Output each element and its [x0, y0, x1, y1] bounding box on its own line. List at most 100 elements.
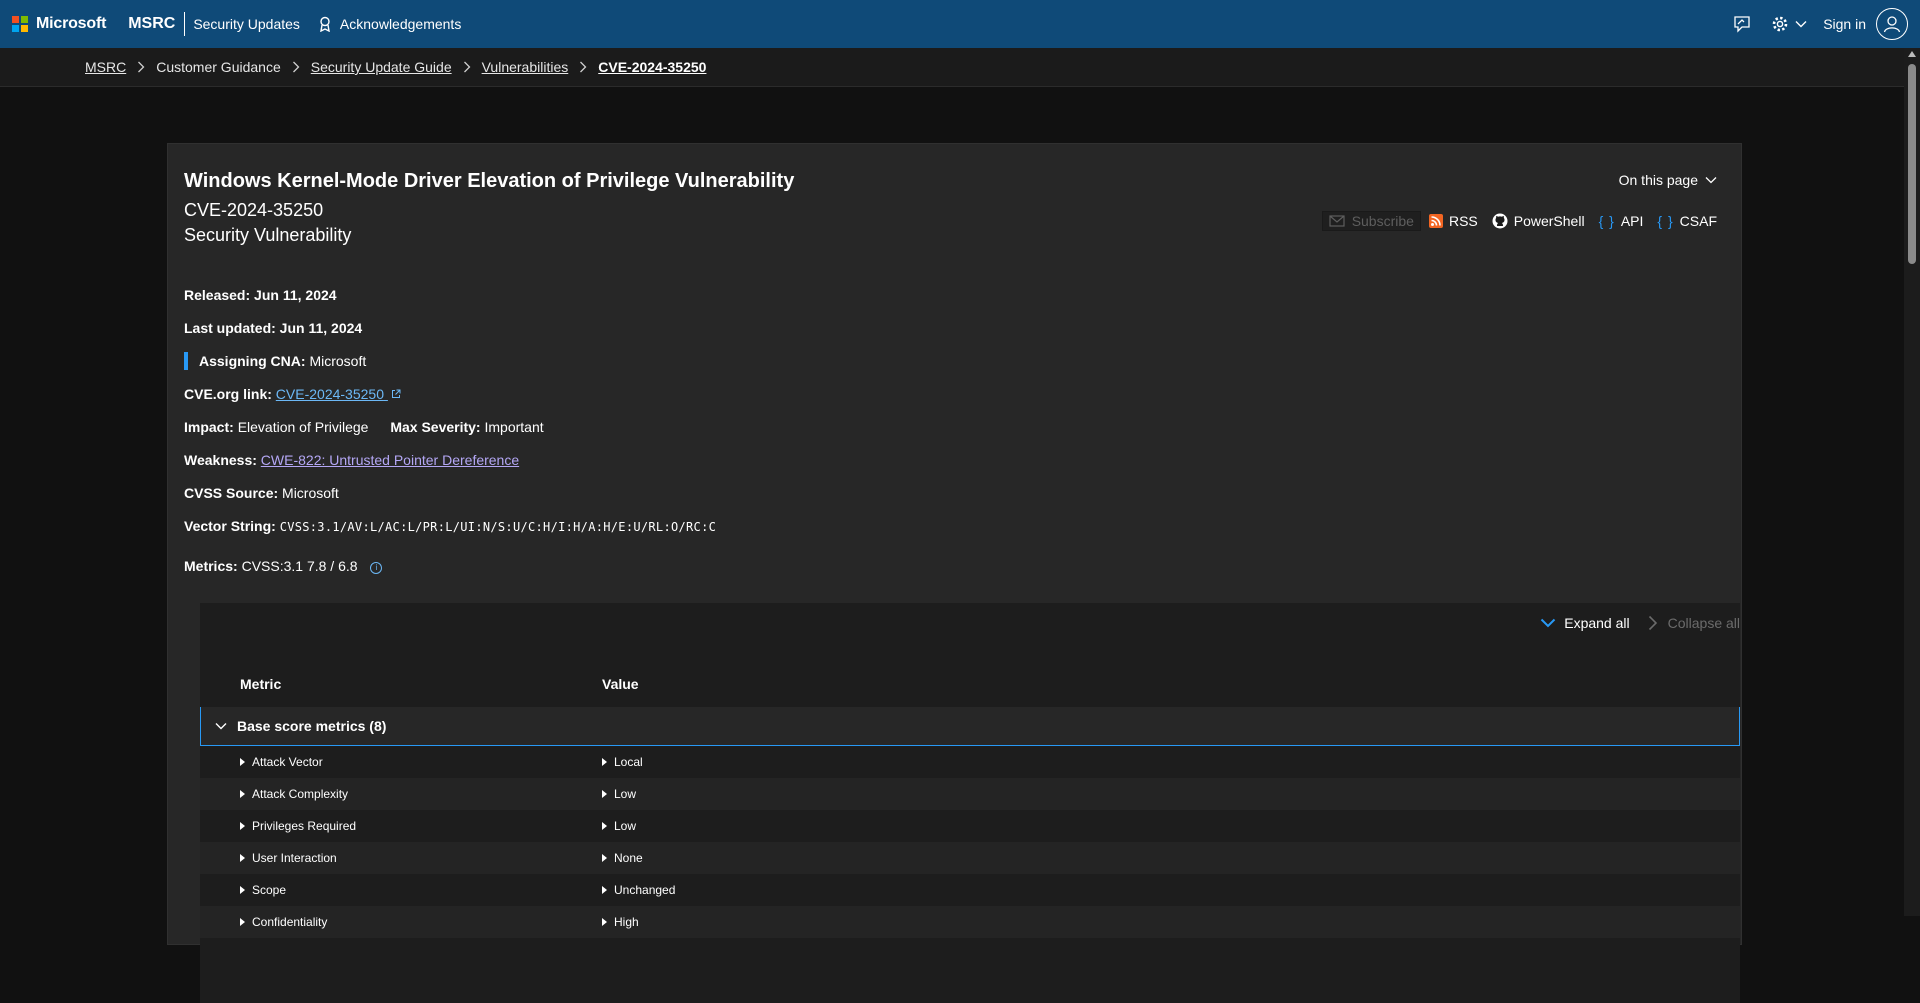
metric-value: Unchanged	[614, 883, 676, 897]
column-header-metric: Metric	[240, 676, 282, 692]
table-row[interactable]: User Interaction None	[200, 842, 1740, 874]
ribbon-award-icon	[320, 16, 330, 32]
metrics-table-panel: Expand all Collapse all Metric Value Bas…	[200, 603, 1740, 1003]
caret-right-icon	[602, 886, 607, 894]
value-cell[interactable]: Unchanged	[602, 883, 675, 897]
chevron-right-icon	[579, 61, 587, 73]
microsoft-logo-icon	[12, 16, 28, 32]
metric-cell[interactable]: Confidentiality	[240, 915, 327, 929]
top-navigation-bar: Microsoft MSRC Security Updates Acknowle…	[0, 0, 1920, 48]
column-header-value: Value	[602, 676, 639, 692]
released-value: Jun 11, 2024	[254, 287, 337, 303]
nav-divider	[184, 12, 186, 36]
vector-string-row: Vector String: CVSS:3.1/AV:L/AC:L/PR:L/U…	[184, 517, 716, 536]
value-cell[interactable]: Low	[602, 787, 636, 801]
external-link-icon	[391, 389, 401, 398]
weakness-label: Weakness:	[184, 452, 257, 468]
breadcrumb-bar: MSRC Customer Guidance Security Update G…	[0, 48, 1904, 87]
nav-right-group: Sign in	[1733, 0, 1920, 48]
metric-value: None	[614, 851, 643, 865]
breadcrumb-msrc-link[interactable]: MSRC	[85, 59, 126, 75]
chevron-down-icon	[1795, 21, 1807, 28]
metric-cell[interactable]: Privileges Required	[240, 819, 356, 833]
caret-right-icon	[240, 758, 245, 766]
metric-cell[interactable]: User Interaction	[240, 851, 337, 865]
max-severity-label: Max Severity:	[390, 419, 481, 435]
metric-name: Scope	[252, 883, 287, 897]
info-icon[interactable]: i	[370, 562, 383, 574]
table-row[interactable]: Attack Complexity Low	[200, 778, 1740, 810]
cve-org-link-text: CVE-2024-35250	[275, 386, 384, 402]
group-label: Base score metrics (8)	[237, 718, 387, 734]
vulnerability-type: Security Vulnerability	[184, 225, 352, 245]
page-scrollbar[interactable]	[1904, 48, 1920, 916]
metric-cell[interactable]: Attack Vector	[240, 755, 323, 769]
collapse-all-label: Collapse all	[1667, 615, 1740, 631]
impact-value: Elevation of Privilege	[237, 419, 369, 435]
value-cell[interactable]: Local	[602, 755, 643, 769]
metrics-label: Metrics:	[184, 558, 238, 574]
expand-all-button[interactable]: Expand all	[1540, 615, 1630, 631]
metrics-row: Metrics: CVSS:3.1 7.8 / 6.8 i	[184, 557, 383, 575]
breadcrumb-vulnerabilities-link[interactable]: Vulnerabilities	[482, 59, 569, 75]
account-avatar-button[interactable]	[1876, 8, 1908, 40]
nav-security-updates-link[interactable]: Security Updates	[193, 16, 300, 32]
metric-name: Confidentiality	[252, 915, 328, 929]
nav-acknowledgements-link[interactable]: Acknowledgements	[318, 16, 461, 32]
table-row[interactable]: Attack Vector Local	[200, 746, 1740, 778]
weakness-link[interactable]: CWE-822: Untrusted Pointer Dereference	[261, 452, 519, 468]
scrollbar-thumb[interactable]	[1908, 64, 1916, 264]
metric-name: User Interaction	[252, 851, 337, 865]
released-label: Released:	[184, 287, 251, 303]
metric-value: High	[614, 915, 639, 929]
vector-string-label: Vector String:	[184, 518, 276, 534]
cve-org-link[interactable]: CVE-2024-35250	[276, 386, 401, 402]
collapse-all-button[interactable]: Collapse all	[1648, 615, 1740, 631]
caret-right-icon	[240, 822, 245, 830]
cve-org-link-row: CVE.org link: CVE-2024-35250	[184, 385, 401, 403]
vector-string-value: CVSS:3.1/AV:L/AC:L/PR:L/UI:N/S:U/C:H/I:H…	[279, 520, 717, 534]
feedback-icon	[1734, 16, 1750, 33]
scroll-up-arrow-icon[interactable]	[1908, 51, 1916, 57]
microsoft-logo-link[interactable]: Microsoft	[12, 15, 106, 33]
last-updated-value: Jun 11, 2024	[279, 320, 363, 336]
cvss-source-value: Microsoft	[282, 485, 339, 501]
caret-right-icon	[602, 758, 607, 766]
metric-name: Privileges Required	[252, 819, 357, 833]
microsoft-brand-text: Microsoft	[36, 15, 107, 32]
msrc-home-link[interactable]: MSRC	[128, 15, 175, 33]
breadcrumb-security-update-guide-link[interactable]: Security Update Guide	[311, 59, 452, 75]
settings-dropdown[interactable]	[1771, 15, 1807, 33]
sign-in-link[interactable]: Sign in	[1823, 16, 1866, 32]
value-cell[interactable]: Low	[602, 819, 636, 833]
page-title: Windows Kernel-Mode Driver Elevation of …	[184, 170, 795, 192]
table-row[interactable]: Privileges Required Low	[200, 810, 1740, 842]
metric-value: Local	[614, 755, 643, 769]
caret-right-icon	[602, 822, 607, 830]
metric-cell[interactable]: Attack Complexity	[240, 787, 348, 801]
nav-acknowledgements-label: Acknowledgements	[339, 16, 462, 32]
cvss-source-row: CVSS Source: Microsoft	[184, 484, 339, 502]
caret-right-icon	[240, 886, 245, 894]
base-score-metrics-group[interactable]: Base score metrics (8)	[200, 707, 1740, 746]
cve-id-heading: CVE-2024-35250	[184, 200, 324, 220]
expand-collapse-controls: Expand all Collapse all	[1540, 615, 1740, 631]
metric-name: Attack Complexity	[252, 787, 349, 801]
caret-right-icon	[240, 790, 245, 798]
chevron-right-icon	[137, 61, 145, 73]
feedback-button[interactable]	[1733, 15, 1751, 33]
breadcrumb-current-page[interactable]: CVE-2024-35250	[598, 59, 706, 75]
metric-cell[interactable]: Scope	[240, 883, 286, 897]
value-cell[interactable]: None	[602, 851, 643, 865]
caret-right-icon	[240, 918, 245, 926]
metric-value: Low	[614, 819, 637, 833]
table-row[interactable]: Scope Unchanged	[200, 874, 1740, 906]
last-updated-label: Last updated:	[184, 320, 276, 336]
impact-row: Impact: Elevation of Privilege Max Sever…	[184, 418, 544, 436]
metric-value: Low	[614, 787, 637, 801]
weakness-row: Weakness: CWE-822: Untrusted Pointer Der…	[184, 451, 519, 469]
assigning-cna-value: Microsoft	[309, 353, 367, 369]
value-cell[interactable]: High	[602, 915, 639, 929]
chevron-right-icon	[292, 61, 300, 73]
table-row[interactable]: Confidentiality High	[200, 906, 1740, 938]
